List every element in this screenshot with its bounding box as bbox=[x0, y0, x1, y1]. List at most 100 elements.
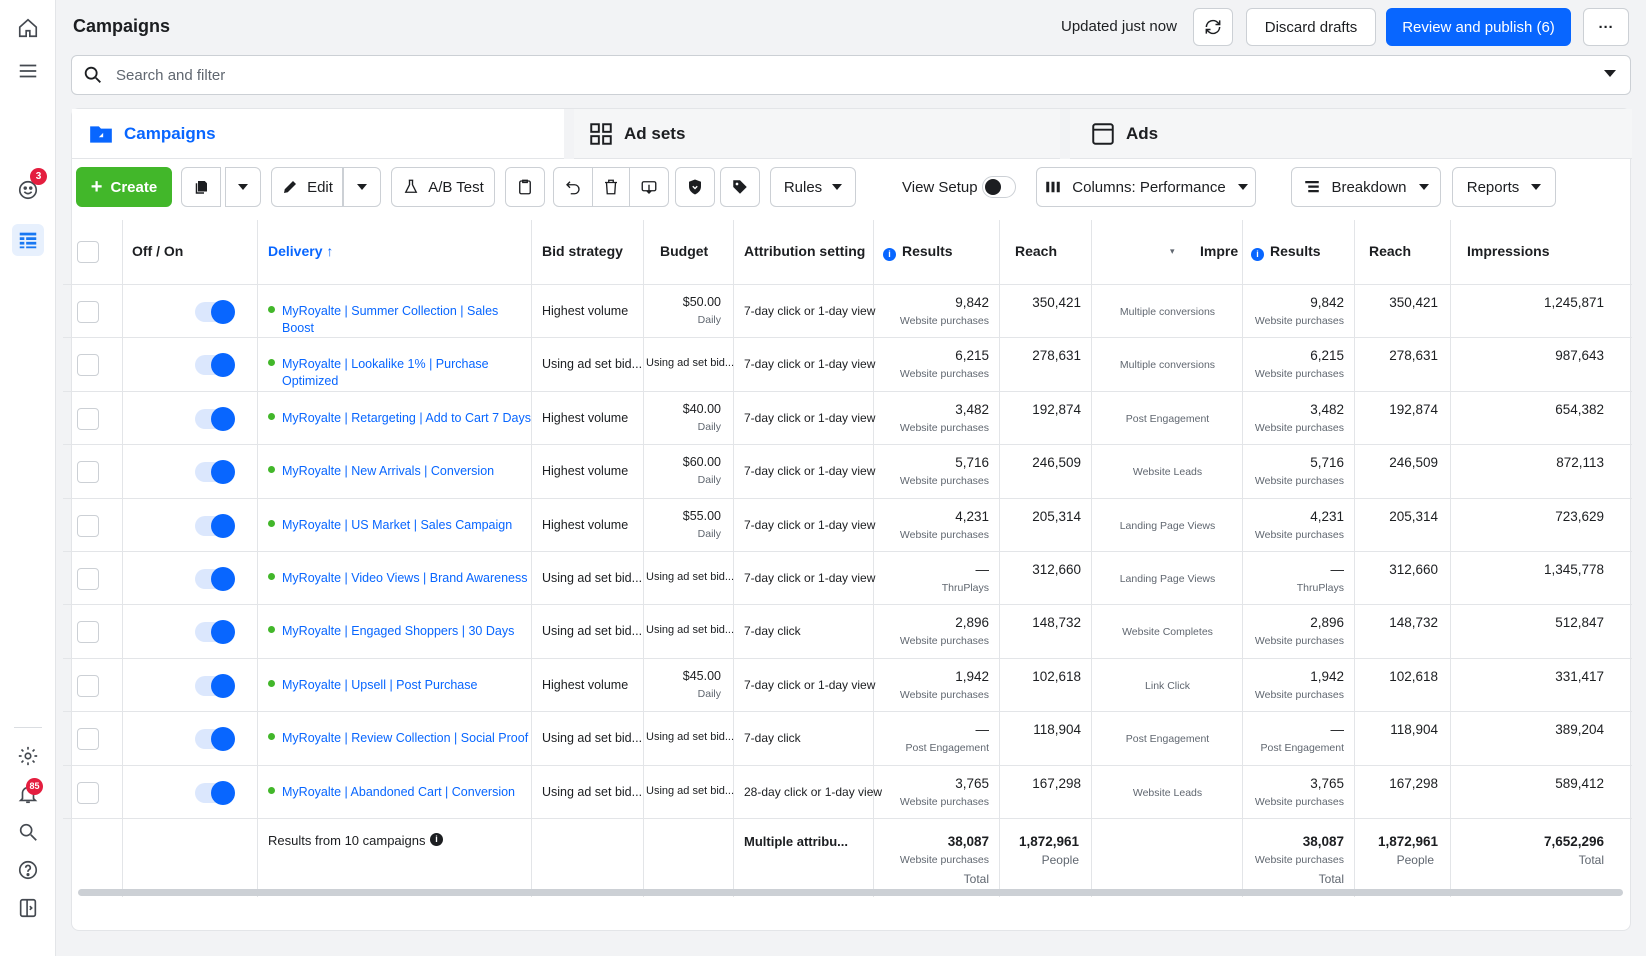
more-options-button[interactable]: ··· bbox=[1583, 8, 1629, 46]
row-checkbox[interactable] bbox=[77, 461, 99, 483]
shield-button[interactable] bbox=[675, 167, 715, 207]
breakdown-label: Breakdown bbox=[1331, 178, 1407, 196]
delete-button[interactable] bbox=[592, 167, 630, 207]
tab-campaigns[interactable]: Campaigns bbox=[72, 109, 564, 159]
col-budget[interactable]: Budget bbox=[660, 243, 708, 259]
campaign-name-link[interactable]: MyRoyalte | Abandoned Cart | Conversion bbox=[282, 784, 532, 801]
help-icon[interactable] bbox=[12, 854, 44, 886]
row-checkbox[interactable] bbox=[77, 621, 99, 643]
footer-reach-2-sub: People bbox=[1396, 853, 1434, 867]
footer-info-icon[interactable]: i bbox=[430, 833, 443, 846]
refresh-button[interactable] bbox=[1193, 8, 1233, 46]
table-row[interactable]: MyRoyalte | US Market | Sales Campaign H… bbox=[63, 499, 1632, 552]
duplicate-dropdown[interactable] bbox=[225, 167, 261, 207]
row-checkbox[interactable] bbox=[77, 354, 99, 376]
col-attribution[interactable]: Attribution setting bbox=[744, 243, 865, 259]
conversion-type: Multiple conversions bbox=[1119, 359, 1216, 371]
tag-button[interactable] bbox=[720, 167, 760, 207]
edit-button[interactable]: Edit bbox=[271, 167, 343, 207]
table-row[interactable]: MyRoyalte | Upsell | Post Purchase Highe… bbox=[63, 659, 1632, 712]
col-results[interactable]: i Results bbox=[883, 243, 953, 261]
col-impressions[interactable]: Impressions bbox=[1467, 243, 1549, 259]
menu-icon[interactable] bbox=[12, 55, 44, 87]
campaign-name-link[interactable]: MyRoyalte | Engaged Shoppers | 30 Days bbox=[282, 623, 532, 640]
table-row[interactable]: MyRoyalte | Lookalike 1% | Purchase Opti… bbox=[63, 338, 1632, 392]
campaign-on-off-toggle[interactable] bbox=[195, 567, 235, 591]
table-row[interactable]: MyRoyalte | Retargeting | Add to Cart 7 … bbox=[63, 392, 1632, 445]
col-impressions-truncated[interactable]: Impre bbox=[1200, 243, 1238, 259]
row-checkbox[interactable] bbox=[77, 301, 99, 323]
campaign-on-off-toggle[interactable] bbox=[195, 674, 235, 698]
row-checkbox[interactable] bbox=[77, 408, 99, 430]
row-checkbox[interactable] bbox=[77, 782, 99, 804]
col-delivery[interactable]: Delivery ↑ bbox=[268, 243, 333, 259]
notifications-badge: 3 bbox=[30, 168, 47, 185]
row-checkbox[interactable] bbox=[77, 515, 99, 537]
select-all-checkbox[interactable] bbox=[77, 241, 99, 263]
campaign-on-off-toggle[interactable] bbox=[195, 407, 235, 431]
row-checkbox[interactable] bbox=[77, 728, 99, 750]
duplicate-button[interactable] bbox=[181, 167, 221, 207]
campaign-on-off-toggle[interactable] bbox=[195, 300, 235, 324]
table-view-icon[interactable] bbox=[12, 224, 44, 256]
campaign-on-off-toggle[interactable] bbox=[195, 781, 235, 805]
table-row[interactable]: MyRoyalte | New Arrivals | Conversion Hi… bbox=[63, 445, 1632, 499]
campaign-on-off-toggle[interactable] bbox=[195, 727, 235, 751]
tab-adsets[interactable]: Ad sets bbox=[574, 109, 1060, 159]
rules-button[interactable]: Rules bbox=[770, 167, 856, 207]
discard-drafts-button[interactable]: Discard drafts bbox=[1246, 8, 1376, 46]
panel-toggle-icon[interactable] bbox=[12, 892, 44, 924]
row-checkbox[interactable] bbox=[77, 568, 99, 590]
edit-dropdown[interactable] bbox=[343, 167, 381, 207]
results-2-type: Website purchases bbox=[1254, 422, 1344, 434]
active-status-dot bbox=[268, 306, 275, 313]
reach-value: 350,421 bbox=[1032, 295, 1081, 310]
home-icon[interactable] bbox=[12, 12, 44, 44]
row-checkbox[interactable] bbox=[77, 675, 99, 697]
reports-button[interactable]: Reports bbox=[1452, 167, 1556, 207]
campaign-name-link[interactable]: MyRoyalte | US Market | Sales Campaign bbox=[282, 517, 532, 534]
undo-button[interactable] bbox=[553, 167, 593, 207]
campaign-name-link[interactable]: MyRoyalte | New Arrivals | Conversion bbox=[282, 463, 532, 480]
results-type: Website purchases bbox=[899, 689, 989, 701]
col-reach[interactable]: Reach bbox=[1015, 243, 1057, 259]
export-button[interactable] bbox=[629, 167, 669, 207]
horizontal-scrollbar[interactable] bbox=[78, 889, 1623, 896]
table-row[interactable]: MyRoyalte | Review Collection | Social P… bbox=[63, 712, 1632, 766]
col-offon[interactable]: Off / On bbox=[132, 243, 183, 259]
footer-attribution: Multiple attribu... bbox=[744, 834, 848, 849]
campaign-on-off-toggle[interactable] bbox=[195, 353, 235, 377]
settings-gear-icon[interactable] bbox=[12, 740, 44, 772]
create-button[interactable]: + Create bbox=[76, 167, 172, 207]
col-bid-strategy[interactable]: Bid strategy bbox=[542, 243, 623, 259]
table-row[interactable]: MyRoyalte | Abandoned Cart | Conversion … bbox=[63, 766, 1632, 819]
campaign-name-link[interactable]: MyRoyalte | Video Views | Brand Awarenes… bbox=[282, 570, 532, 587]
campaign-on-off-toggle[interactable] bbox=[195, 514, 235, 538]
campaign-on-off-toggle[interactable] bbox=[195, 460, 235, 484]
view-setup-toggle[interactable] bbox=[982, 176, 1016, 198]
search-icon[interactable] bbox=[12, 816, 44, 848]
col-reach-2[interactable]: Reach bbox=[1369, 243, 1411, 259]
columns-button[interactable]: Columns: Performance bbox=[1036, 167, 1256, 207]
campaign-name-link[interactable]: MyRoyalte | Summer Collection | Sales Bo… bbox=[282, 303, 532, 337]
breakdown-button[interactable]: Breakdown bbox=[1291, 167, 1441, 207]
reports-label: Reports bbox=[1466, 178, 1520, 196]
table-row[interactable]: MyRoyalte | Engaged Shoppers | 30 Days U… bbox=[63, 605, 1632, 659]
review-publish-button[interactable]: Review and publish (6) bbox=[1386, 8, 1571, 46]
tab-ads[interactable]: Ads bbox=[1070, 109, 1632, 159]
ab-test-button[interactable]: A/B Test bbox=[391, 167, 495, 207]
campaign-on-off-toggle[interactable] bbox=[195, 620, 235, 644]
reach-2-value: 205,314 bbox=[1389, 509, 1438, 524]
campaign-name-link[interactable]: MyRoyalte | Upsell | Post Purchase bbox=[282, 677, 532, 694]
search-input[interactable] bbox=[116, 64, 1516, 86]
campaign-name-link[interactable]: MyRoyalte | Retargeting | Add to Cart 7 … bbox=[282, 410, 532, 427]
table-row[interactable]: MyRoyalte | Video Views | Brand Awarenes… bbox=[63, 552, 1632, 605]
clipboard-button[interactable] bbox=[505, 167, 545, 207]
campaign-name-link[interactable]: MyRoyalte | Review Collection | Social P… bbox=[282, 730, 532, 747]
col-results-2[interactable]: i Results bbox=[1251, 243, 1321, 261]
search-dropdown-caret-icon[interactable] bbox=[1604, 70, 1616, 77]
table-row[interactable]: MyRoyalte | Summer Collection | Sales Bo… bbox=[63, 285, 1632, 338]
conversion-type: Website Leads bbox=[1132, 466, 1203, 478]
column-resize-caret-icon[interactable]: ▾ bbox=[1170, 246, 1175, 257]
campaign-name-link[interactable]: MyRoyalte | Lookalike 1% | Purchase Opti… bbox=[282, 356, 532, 390]
